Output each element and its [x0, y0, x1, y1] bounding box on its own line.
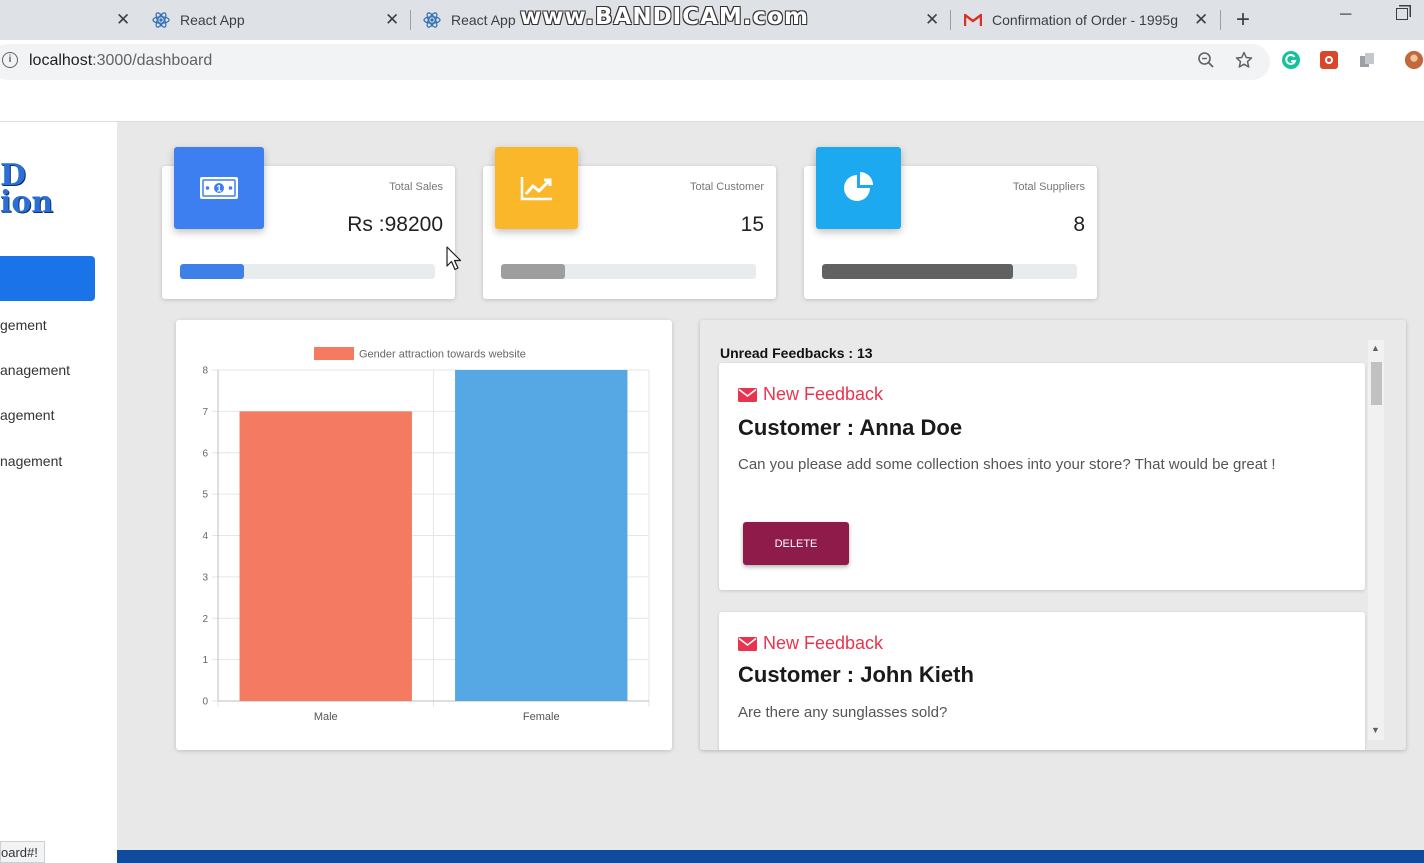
- bar-female: [455, 370, 628, 701]
- sidebar-item-1[interactable]: gement: [0, 317, 47, 333]
- tab-separator: [950, 10, 951, 30]
- feedback-message: Are there any sunglasses sold?: [738, 704, 948, 721]
- y-tick-label: 8: [202, 366, 208, 377]
- close-icon[interactable]: ✕: [925, 10, 939, 30]
- y-tick-label: 6: [202, 448, 208, 459]
- feedback-scrollbar[interactable]: ▲ ▼: [1368, 340, 1384, 740]
- new-tab-icon[interactable]: +: [1236, 6, 1250, 34]
- money-icon: 1: [174, 147, 264, 229]
- progress-fill: [180, 264, 244, 279]
- feedback-customer: Customer : John Kieth: [738, 662, 974, 687]
- x-tick-label: Female: [523, 711, 560, 723]
- feedback-panel: Unread Feedbacks : 13 New Feedback Custo…: [700, 320, 1406, 750]
- chart-line-icon: [495, 147, 578, 229]
- extension-icon[interactable]: [1319, 50, 1339, 70]
- tab-react-app-1[interactable]: React App ✕: [152, 0, 402, 40]
- zoom-icon[interactable]: [1196, 50, 1216, 70]
- feedback-tag: New Feedback: [738, 384, 883, 405]
- stat-progress: [822, 264, 1077, 279]
- stat-label: Total Sales: [389, 181, 443, 193]
- app-logo[interactable]: D ion: [0, 161, 54, 220]
- tab-separator: [1220, 10, 1221, 30]
- feedback-card: New Feedback Customer : John Kieth Are t…: [719, 612, 1365, 750]
- url-host: localhost: [29, 52, 93, 69]
- feedback-message: Can you please add some collection shoes…: [738, 456, 1276, 473]
- info-icon[interactable]: i: [2, 52, 18, 68]
- tab-title: React App: [451, 12, 516, 28]
- footer-bar: [117, 850, 1424, 863]
- scroll-up-icon[interactable]: ▲: [1371, 343, 1380, 353]
- close-icon[interactable]: ✕: [1194, 10, 1208, 30]
- react-icon: [423, 11, 441, 29]
- feedback-customer: Customer : Anna Doe: [738, 415, 963, 440]
- tab-title: Confirmation of Order - 1995g: [992, 12, 1178, 28]
- stat-label: Total Customer: [690, 181, 764, 193]
- gender-chart-card: 0 1 2 3 4 5 6 7 8 Male Female Gender attraction tow…: [176, 320, 672, 750]
- progress-fill: [501, 264, 565, 279]
- y-tick-label: 0: [202, 697, 208, 708]
- stat-card-customers: Total Customer 15: [483, 147, 776, 299]
- sidebar-item-4[interactable]: nagement: [0, 453, 62, 469]
- minimize-icon[interactable]: ─: [1340, 6, 1351, 24]
- y-tick-label: 7: [202, 407, 208, 418]
- y-tick-label: 2: [202, 614, 208, 625]
- tab-gmail[interactable]: Confirmation of Order - 1995g ✕: [964, 0, 1214, 40]
- profile-avatar-icon[interactable]: [1404, 50, 1424, 70]
- bookmark-star-icon[interactable]: [1234, 50, 1254, 70]
- x-tick-label: Male: [314, 711, 338, 723]
- y-tick-label: 4: [202, 531, 208, 542]
- bar-male: [239, 411, 412, 701]
- y-tick-label: 3: [202, 572, 208, 583]
- feedback-tag-label: New Feedback: [763, 384, 884, 404]
- react-icon: [152, 11, 170, 29]
- gmail-icon: [964, 11, 982, 29]
- sidebar-item-2[interactable]: anagement: [0, 362, 70, 378]
- scroll-thumb[interactable]: [1371, 362, 1382, 405]
- pie-chart-icon: [816, 147, 901, 229]
- progress-fill: [822, 264, 1014, 279]
- stat-value: 15: [740, 213, 764, 236]
- url-text[interactable]: localhost:3000/dashboard: [29, 52, 212, 70]
- stat-progress: [180, 264, 435, 279]
- y-tick-label: 5: [202, 490, 208, 501]
- legend-label: Gender attraction towards website: [359, 349, 526, 361]
- grammarly-icon[interactable]: [1281, 50, 1301, 70]
- logo-line-2: ion: [0, 185, 54, 220]
- recording-watermark: www.BANDICAM.com: [520, 4, 809, 30]
- stat-progress: [501, 264, 756, 279]
- restore-icon[interactable]: [1396, 8, 1408, 20]
- stat-value: Rs :98200: [347, 213, 443, 236]
- y-tick-label: 1: [202, 655, 208, 666]
- bookmarks-area: [0, 84, 1424, 122]
- feedback-tag: New Feedback: [738, 633, 883, 654]
- unread-feedback-count: Unread Feedbacks : 13: [720, 345, 873, 361]
- stat-label: Total Suppliers: [1012, 181, 1085, 193]
- stat-card-sales: 1 Total Sales Rs :98200: [162, 147, 455, 299]
- tab-separator: [410, 10, 411, 30]
- close-icon[interactable]: ✕: [385, 10, 399, 30]
- sidebar-item-dashboard[interactable]: [0, 256, 95, 301]
- sidebar: D ion gement anagement agement nagement: [0, 122, 117, 863]
- link-status-bar: oard#!: [0, 841, 45, 863]
- scroll-down-icon[interactable]: ▼: [1371, 725, 1380, 735]
- svg-text:1: 1: [216, 184, 221, 194]
- tab-title: React App: [180, 12, 245, 28]
- delete-button[interactable]: DELETE: [743, 522, 849, 565]
- envelope-icon: [738, 387, 757, 402]
- envelope-icon: [738, 636, 757, 651]
- feedback-tag-label: New Feedback: [763, 633, 884, 653]
- feedback-card: New Feedback Customer : Anna Doe Can you…: [719, 363, 1365, 590]
- mouse-cursor-icon: [446, 246, 462, 271]
- gender-bar-chart: 0 1 2 3 4 5 6 7 8 Male Female Gender attraction tow…: [202, 347, 650, 723]
- sidebar-item-3[interactable]: agement: [0, 407, 54, 423]
- url-path: :3000/dashboard: [92, 52, 213, 69]
- extensions-puzzle-icon[interactable]: [1357, 50, 1377, 70]
- stat-card-suppliers: Total Suppliers 8: [804, 147, 1097, 299]
- legend-swatch: [314, 347, 354, 360]
- stat-value: 8: [1073, 213, 1085, 236]
- browser-tab-bar: ✕ React App ✕ React App ✕ Confirmation o…: [0, 0, 1424, 40]
